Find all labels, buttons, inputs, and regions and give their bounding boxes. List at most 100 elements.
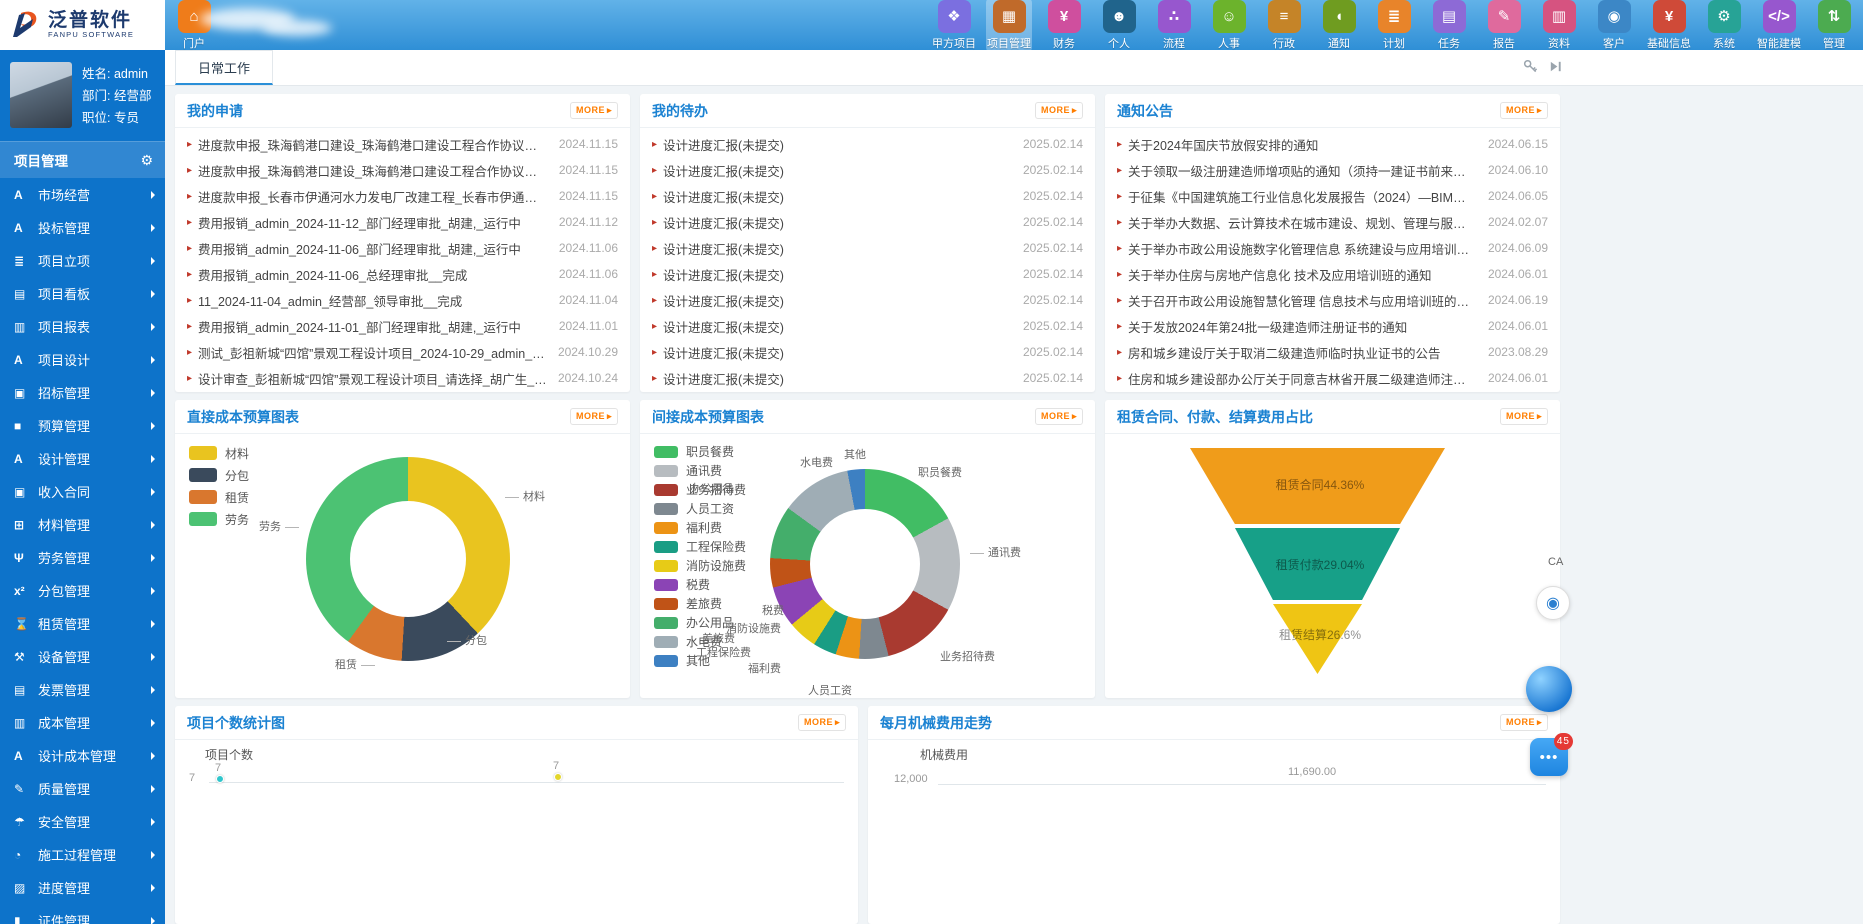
notice-list-item[interactable]: 关于举办住房与房地产信息化 技术及应用培训班的通知 2024.06.01 <box>1117 261 1548 287</box>
sidebar-item[interactable]: Ψ 劳务管理 <box>0 541 165 574</box>
sidebar-item[interactable]: A 设计管理 <box>0 442 165 475</box>
nav-item-portal[interactable]: ⌂ 门户 <box>171 0 217 53</box>
request-list-item[interactable]: 进度款申报_珠海鹤港口建设_珠海鹤港口建设工程合作协议书_admin_... 2… <box>187 131 618 157</box>
sidebar-item[interactable]: A 投标管理 <box>0 211 165 244</box>
todo-list-item[interactable]: 设计进度汇报(未提交) 2025.02.14 <box>652 313 1083 339</box>
notice-list-item[interactable]: 关于发放2024年第24批一级建造师注册证书的通知 2024.06.01 <box>1117 313 1548 339</box>
legend-item[interactable]: 人员工资 <box>654 499 746 518</box>
sidebar-item[interactable]: ▨ 进度管理 <box>0 871 165 904</box>
request-list-item[interactable]: 设计审查_彭祖新城“四馆”景观工程设计项目_请选择_胡广生_2024-10-2.… <box>187 365 618 391</box>
more-button[interactable]: MORE <box>1035 408 1083 425</box>
request-list-item[interactable]: 进度款申报_珠海鹤港口建设_珠海鹤港口建设工程合作协议书_admin_... 2… <box>187 157 618 183</box>
notice-list-item[interactable]: 房和城乡建设厅关于取消二级建造师临时执业证书的公告 2023.08.29 <box>1117 339 1548 365</box>
sidebar-item[interactable]: ▤ 发票管理 <box>0 673 165 706</box>
topnav-item[interactable]: ≣ 计划 <box>1371 0 1417 53</box>
topnav-item[interactable]: ☺ 人事 <box>1206 0 1252 53</box>
topnav-item[interactable]: ❖ 甲方项目 <box>931 0 977 53</box>
sidebar-item[interactable]: ▮ 证件管理 <box>0 904 165 924</box>
more-button[interactable]: MORE <box>798 714 846 731</box>
todo-list-item[interactable]: 设计进度汇报(未提交) 2025.02.14 <box>652 365 1083 391</box>
data-point[interactable] <box>554 773 562 781</box>
notice-list-item[interactable]: 关于2024年国庆节放假安排的通知 2024.06.15 <box>1117 131 1548 157</box>
sidebar-item[interactable]: ▣ 收入合同 <box>0 475 165 508</box>
todo-list-item[interactable]: 设计进度汇报(未提交) 2025.02.14 <box>652 157 1083 183</box>
request-list-item[interactable]: 费用报销_admin_2024-11-12_部门经理审批_胡建,_运行中 202… <box>187 209 618 235</box>
legend-item[interactable]: 税费 <box>654 575 746 594</box>
topnav-item[interactable]: ≡ 行政 <box>1261 0 1307 53</box>
topnav-item[interactable]: ⇅ 管理 <box>1811 0 1857 53</box>
notice-list-item[interactable]: 关于举办大数据、云计算技术在城市建设、规划、管理与服务中的应用培训班... 20… <box>1117 209 1548 235</box>
sidebar-item[interactable]: ≣ 项目立项 <box>0 244 165 277</box>
legend-item[interactable]: 租赁 <box>189 486 249 508</box>
todo-list-item[interactable]: 设计进度汇报(未提交) 2025.02.14 <box>652 339 1083 365</box>
legend-item[interactable]: 工程保险费 <box>654 537 746 556</box>
legend-item[interactable]: 材料 <box>189 442 249 464</box>
request-list-item[interactable]: 费用报销_admin_2024-11-01_部门经理审批_胡建,_运行中 202… <box>187 313 618 339</box>
more-button[interactable]: MORE <box>1500 102 1548 119</box>
sidebar-item[interactable]: ■ 预算管理 <box>0 409 165 442</box>
sidebar-item[interactable]: ⊞ 材料管理 <box>0 508 165 541</box>
legend-item[interactable]: 福利费 <box>654 518 746 537</box>
legend-item[interactable]: 劳务 <box>189 508 249 530</box>
topnav-item[interactable]: ◖ 通知 <box>1316 0 1362 53</box>
request-list-item[interactable]: 测试_彭祖新城“四馆”景观工程设计项目_2024-10-29_admin_结束_… <box>187 339 618 365</box>
request-list-item[interactable]: 11_2024-11-04_admin_经营部_领导审批__完成 2024.11… <box>187 287 618 313</box>
topnav-item[interactable]: ⚙ 系统 <box>1701 0 1747 53</box>
ca-label[interactable]: CA <box>1548 556 1563 568</box>
expand-panel-icon[interactable] <box>1548 59 1563 74</box>
topnav-item[interactable]: ¥ 基础信息 <box>1646 0 1692 53</box>
notice-list-item[interactable]: 关于举办市政公用设施数字化管理信息 系统建设与应用培训班的通知 2024.06.… <box>1117 235 1548 261</box>
notice-list-item[interactable]: 于征集《中国建筑施工行业信息化发展报告（2024）—BIM应用与发展》材料...… <box>1117 183 1548 209</box>
legend-item[interactable]: 职员餐费 <box>654 442 746 461</box>
sidebar-item[interactable]: ▥ 项目报表 <box>0 310 165 343</box>
topnav-item[interactable]: ▤ 任务 <box>1426 0 1472 53</box>
sidebar-item[interactable]: ☂ 安全管理 <box>0 805 165 838</box>
sidebar-item[interactable]: ▣ 招标管理 <box>0 376 165 409</box>
chat-bubble-icon[interactable]: ••• 45 <box>1530 738 1568 776</box>
topnav-item[interactable]: </> 智能建模 <box>1756 0 1802 53</box>
topnav-item[interactable]: ¥ 财务 <box>1041 0 1087 53</box>
notice-list-item[interactable]: 住房和城乡建设部办公厅关于同意吉林省开展二级建造师注册证书电子化试点... 20… <box>1117 365 1548 391</box>
more-button[interactable]: MORE <box>570 102 618 119</box>
notice-list-item[interactable]: 关于召开市政公用设施智慧化管理 信息技术与应用培训班的通知 2024.06.19 <box>1117 287 1548 313</box>
topnav-item[interactable]: ▦ 项目管理 <box>986 0 1032 53</box>
customer-service-icon[interactable]: ◉ <box>1536 586 1570 620</box>
todo-list-item[interactable]: 设计进度汇报(未提交) 2025.02.14 <box>652 209 1083 235</box>
sidebar-item[interactable]: A 市场经营 <box>0 178 165 211</box>
sidebar-item[interactable]: ▤ 项目看板 <box>0 277 165 310</box>
todo-list-item[interactable]: 设计进度汇报(未提交) 2025.02.14 <box>652 287 1083 313</box>
more-button[interactable]: MORE <box>570 408 618 425</box>
topnav-item[interactable]: ✎ 报告 <box>1481 0 1527 53</box>
topnav-item[interactable]: ☻ 个人 <box>1096 0 1142 53</box>
more-button[interactable]: MORE <box>1500 714 1548 731</box>
sidebar-item[interactable]: ▥ 成本管理 <box>0 706 165 739</box>
topnav-item[interactable]: ∴ 流程 <box>1151 0 1197 53</box>
todo-list-item[interactable]: 设计进度汇报(未提交) 2025.02.14 <box>652 261 1083 287</box>
request-list-item[interactable]: 费用报销_admin_2024-11-06_总经理审批__完成 2024.11.… <box>187 261 618 287</box>
sidebar-item[interactable]: A 设计成本管理 <box>0 739 165 772</box>
more-button[interactable]: MORE <box>1500 408 1548 425</box>
tab-daily-work[interactable]: 日常工作 <box>175 50 273 85</box>
todo-list-item[interactable]: 设计进度汇报(未提交) 2025.02.14 <box>652 183 1083 209</box>
more-button[interactable]: MORE <box>1035 102 1083 119</box>
request-list-item[interactable]: 进度款申报_长春市伊通河水力发电厂改建工程_长春市伊通河水力发电... 2024… <box>187 183 618 209</box>
todo-list-item[interactable]: 设计进度汇报(未提交) 2025.02.14 <box>652 235 1083 261</box>
todo-list-item[interactable]: 设计进度汇报(未提交) 2025.02.14 <box>652 131 1083 157</box>
sidebar-item[interactable]: x² 分包管理 <box>0 574 165 607</box>
topnav-item[interactable]: ▥ 资料 <box>1536 0 1582 53</box>
sidebar-item[interactable]: ◔ 施工过程管理 <box>0 838 165 871</box>
request-list-item[interactable]: 费用报销_admin_2024-11-06_部门经理审批_胡建,_运行中 202… <box>187 235 618 261</box>
legend-item[interactable]: 分包 <box>189 464 249 486</box>
sidebar-item[interactable]: ✎ 质量管理 <box>0 772 165 805</box>
legend-item[interactable]: 差旅费 <box>654 594 746 613</box>
data-point[interactable] <box>216 775 224 783</box>
gear-icon[interactable]: ⚙ <box>140 152 153 169</box>
topnav-item[interactable]: ◉ 客户 <box>1591 0 1637 53</box>
sidebar-header-project-management[interactable]: 项目管理 ⚙ <box>0 142 165 178</box>
key-icon[interactable] <box>1523 59 1538 74</box>
legend-item[interactable]: 消防设施费 <box>654 556 746 575</box>
notice-list-item[interactable]: 关于领取一级注册建造师增项贴的通知（须持一建证书前来领取） 2024.06.10 <box>1117 157 1548 183</box>
legend-item[interactable]: 通讯费 <box>654 461 746 480</box>
sidebar-item[interactable]: ⌛ 租赁管理 <box>0 607 165 640</box>
floating-assistant-button[interactable] <box>1526 666 1572 712</box>
